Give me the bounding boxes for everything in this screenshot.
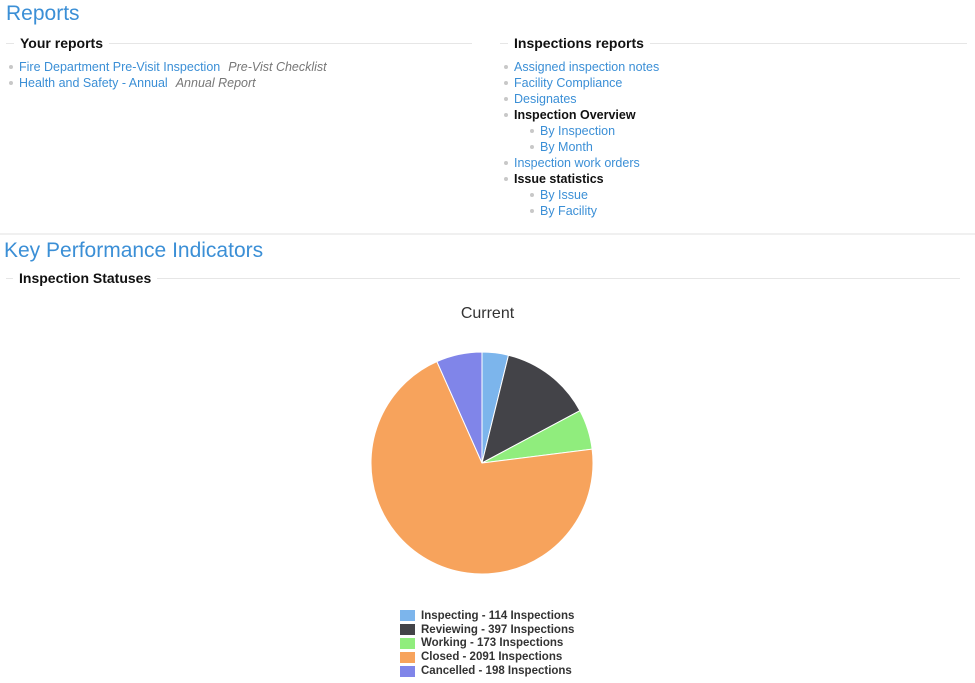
- legend-item-inspecting[interactable]: Inspecting - 114 Inspections: [400, 609, 574, 623]
- legend-swatch: [400, 610, 415, 622]
- legend-swatch: [400, 651, 415, 663]
- legend-swatch: [400, 624, 415, 636]
- legend-item-working[interactable]: Working - 173 Inspections: [400, 637, 574, 651]
- legend-swatch: [400, 665, 415, 677]
- legend-swatch: [400, 637, 415, 649]
- legend-label: Reviewing - 397 Inspections: [421, 623, 575, 636]
- legend-label: Closed - 2091 Inspections: [421, 651, 563, 664]
- chart-legend: Inspecting - 114 Inspections Reviewing - …: [400, 609, 574, 678]
- legend-label: Working - 173 Inspections: [421, 637, 564, 650]
- legend-item-reviewing[interactable]: Reviewing - 397 Inspections: [400, 623, 574, 637]
- legend-item-closed[interactable]: Closed - 2091 Inspections: [400, 650, 574, 664]
- legend-label: Inspecting - 114 Inspections: [421, 609, 575, 622]
- legend-item-cancelled[interactable]: Cancelled - 198 Inspections: [400, 664, 574, 678]
- pie-chart: [370, 351, 594, 575]
- legend-label: Cancelled - 198 Inspections: [421, 665, 572, 678]
